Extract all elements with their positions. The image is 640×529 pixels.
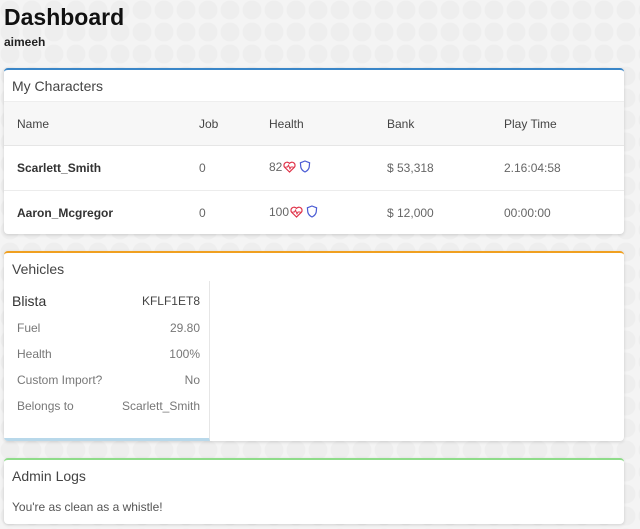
character-play-time: 00:00:00: [504, 206, 551, 221]
detail-value: 100%: [169, 347, 200, 361]
detail-label: Belongs to: [17, 399, 74, 413]
character-job: 0: [186, 145, 256, 191]
character-bank: $ 12,000: [387, 206, 434, 221]
character-job: 0: [199, 206, 206, 221]
shield-icon: [299, 160, 311, 176]
vehicle-detail-custom-import: Custom Import? No: [4, 367, 209, 393]
username: aimeeh: [4, 35, 46, 49]
vehicle-plate: KFLF1ET8: [141, 294, 200, 308]
detail-label: Custom Import?: [17, 373, 103, 387]
column-header-job: Job: [186, 101, 256, 146]
detail-label: Fuel: [17, 321, 41, 335]
vehicle-detail-health: Health 100%: [4, 341, 209, 367]
detail-label: Health: [17, 347, 52, 361]
vehicle-card[interactable]: Blista KFLF1ET8 Fuel 29.80 Health 100% C…: [4, 281, 210, 441]
vehicle-details: Fuel 29.80 Health 100% Custom Import? No…: [4, 315, 209, 419]
detail-value: Scarlett_Smith: [121, 399, 200, 413]
vehicle-detail-owner: Belongs to Scarlett_Smith: [4, 393, 209, 419]
vehicles-card: Vehicles Blista KFLF1ET8 Fuel 29.80 Heal…: [4, 251, 624, 441]
page-header: Dashboard aimeeh: [4, 4, 124, 49]
characters-card: My Characters Name Job Health Bank Play …: [4, 68, 624, 234]
character-health: 82: [269, 160, 283, 174]
admin-logs-card: Admin Logs You're as clean as a whistle!: [4, 458, 624, 524]
characters-table: Name Job Health Bank Play Time Scarlett_…: [4, 101, 624, 234]
vehicles-title: Vehicles: [12, 261, 65, 277]
character-name: Aaron_Mcgregor: [17, 206, 114, 221]
vehicle-detail-fuel: Fuel 29.80: [4, 315, 209, 341]
character-health-cell: 100: [256, 191, 374, 235]
table-header-row: Name Job Health Bank Play Time: [4, 101, 624, 146]
character-name: Scarlett_Smith: [4, 145, 186, 191]
heart-pulse-icon: [283, 161, 296, 176]
table-row[interactable]: Scarlett_Smith 0 82 $ 53,318 2.16:04:58: [4, 145, 624, 191]
column-header-bank: Bank: [374, 101, 491, 146]
detail-value: No: [184, 373, 200, 387]
vehicle-name: Blista: [12, 293, 47, 309]
shield-icon: [306, 205, 318, 221]
heart-pulse-icon: [290, 206, 303, 221]
character-health-cell: 82: [256, 145, 374, 191]
admin-logs-message: You're as clean as a whistle!: [12, 500, 163, 514]
character-play-time: 2.16:04:58: [491, 145, 624, 191]
column-header-health: Health: [256, 101, 374, 146]
character-bank: $ 53,318: [374, 145, 491, 191]
character-health: 100: [269, 205, 290, 220]
vehicle-header: Blista KFLF1ET8: [4, 281, 209, 311]
admin-logs-title: Admin Logs: [12, 468, 86, 484]
column-header-name: Name: [4, 101, 186, 146]
page-title: Dashboard: [4, 4, 125, 30]
table-row[interactable]: Aaron_Mcgregor 0 100 $ 12,000 00:00:00: [4, 191, 624, 235]
characters-title: My Characters: [12, 78, 104, 94]
detail-value: 29.80: [169, 321, 200, 335]
column-header-play-time: Play Time: [491, 101, 624, 146]
